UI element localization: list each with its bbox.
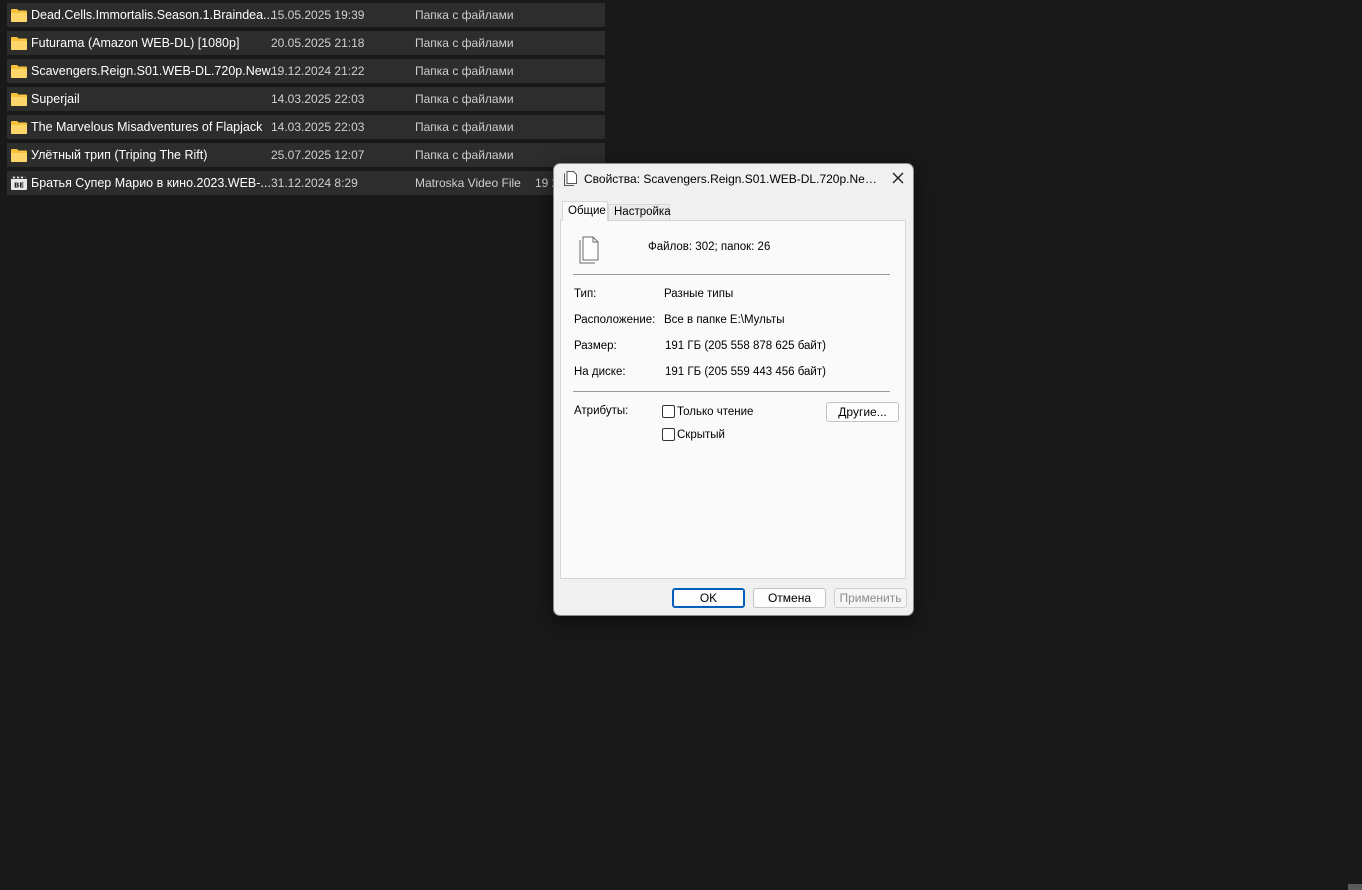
file-list: Dead.Cells.Immortalis.Season.1.Braindea.… — [7, 3, 605, 199]
file-type: Папка с файлами — [415, 120, 514, 134]
file-row[interactable]: Dead.Cells.Immortalis.Season.1.Braindea.… — [7, 3, 605, 27]
readonly-label[interactable]: Только чтение — [677, 406, 753, 418]
file-type: Matroska Video File — [415, 176, 521, 190]
size-value: 191 ГБ (205 558 878 625 байт) — [665, 340, 826, 352]
tab-settings[interactable]: Настройка — [608, 204, 671, 221]
dialog-title: Свойства: Scavengers.Reign.S01.WEB-DL.72… — [584, 172, 880, 186]
summary-text: Файлов: 302; папок: 26 — [648, 241, 771, 253]
file-date: 19.12.2024 21:22 — [271, 64, 365, 78]
file-row[interactable]: BE Братья Супер Марио в кино.2023.WEB-..… — [7, 171, 605, 195]
dialog-titlebar[interactable]: Свойства: Scavengers.Reign.S01.WEB-DL.72… — [554, 164, 913, 194]
size-label: Размер: — [574, 340, 617, 352]
folder-icon — [11, 9, 27, 22]
disk-size-label: На диске: — [574, 366, 626, 378]
file-name: Scavengers.Reign.S01.WEB-DL.720p.New... — [31, 64, 281, 78]
readonly-checkbox[interactable] — [662, 405, 675, 418]
tab-general[interactable]: Общие — [562, 201, 608, 221]
folder-icon — [11, 121, 27, 134]
separator — [573, 391, 890, 392]
file-type: Папка с файлами — [415, 8, 514, 22]
file-name: Dead.Cells.Immortalis.Season.1.Braindea.… — [31, 8, 274, 22]
file-row[interactable]: Улётный трип (Triping The Rift) 25.07.20… — [7, 143, 605, 167]
file-date: 20.05.2025 21:18 — [271, 36, 365, 50]
file-type: Папка с файлами — [415, 148, 514, 162]
file-date: 31.12.2024 8:29 — [271, 176, 358, 190]
properties-dialog: Свойства: Scavengers.Reign.S01.WEB-DL.72… — [553, 163, 914, 616]
cancel-button[interactable]: Отмена — [753, 588, 826, 608]
multiple-files-icon — [579, 236, 599, 264]
file-name: Superjail — [31, 92, 80, 106]
separator — [573, 274, 890, 275]
type-value: Разные типы — [664, 288, 734, 300]
disk-size-value: 191 ГБ (205 559 443 456 байт) — [665, 366, 826, 378]
file-row[interactable]: Superjail 14.03.2025 22:03 Папка с файла… — [7, 87, 605, 111]
file-date: 14.03.2025 22:03 — [271, 120, 365, 134]
location-value: Все в папке E:\Мульты — [664, 314, 785, 326]
other-attributes-button[interactable]: Другие... — [826, 402, 899, 422]
file-type: Папка с файлами — [415, 92, 514, 106]
file-name: Улётный трип (Triping The Rift) — [31, 148, 208, 162]
svg-text:BE: BE — [14, 182, 24, 190]
resize-grip — [1348, 884, 1362, 890]
folder-icon — [11, 37, 27, 50]
ok-button[interactable]: OK — [672, 588, 745, 608]
folder-icon — [11, 65, 27, 78]
general-panel: Файлов: 302; папок: 26 Тип: Разные типы … — [560, 220, 906, 579]
file-name: Futurama (Amazon WEB-DL) [1080p] — [31, 36, 240, 50]
file-name: The Marvelous Misadventures of Flapjack — [31, 120, 263, 134]
hidden-checkbox[interactable] — [662, 428, 675, 441]
apply-button[interactable]: Применить — [834, 588, 907, 608]
close-icon — [892, 172, 904, 184]
files-icon — [564, 171, 577, 186]
location-label: Расположение: — [574, 314, 656, 326]
folder-icon — [11, 93, 27, 106]
file-row[interactable]: Futurama (Amazon WEB-DL) [1080p] 20.05.2… — [7, 31, 605, 55]
file-date: 14.03.2025 22:03 — [271, 92, 365, 106]
hidden-label[interactable]: Скрытый — [677, 429, 725, 441]
file-type: Папка с файлами — [415, 64, 514, 78]
type-label: Тип: — [574, 288, 597, 300]
video-file-icon: BE — [11, 176, 27, 190]
file-row[interactable]: The Marvelous Misadventures of Flapjack … — [7, 115, 605, 139]
file-row[interactable]: Scavengers.Reign.S01.WEB-DL.720p.New... … — [7, 59, 605, 83]
file-name: Братья Супер Марио в кино.2023.WEB-... — [31, 176, 271, 190]
file-date: 25.07.2025 12:07 — [271, 148, 365, 162]
attributes-label: Атрибуты: — [574, 405, 629, 417]
folder-icon — [11, 149, 27, 162]
close-button[interactable] — [883, 164, 913, 192]
file-date: 15.05.2025 19:39 — [271, 8, 365, 22]
file-type: Папка с файлами — [415, 36, 514, 50]
